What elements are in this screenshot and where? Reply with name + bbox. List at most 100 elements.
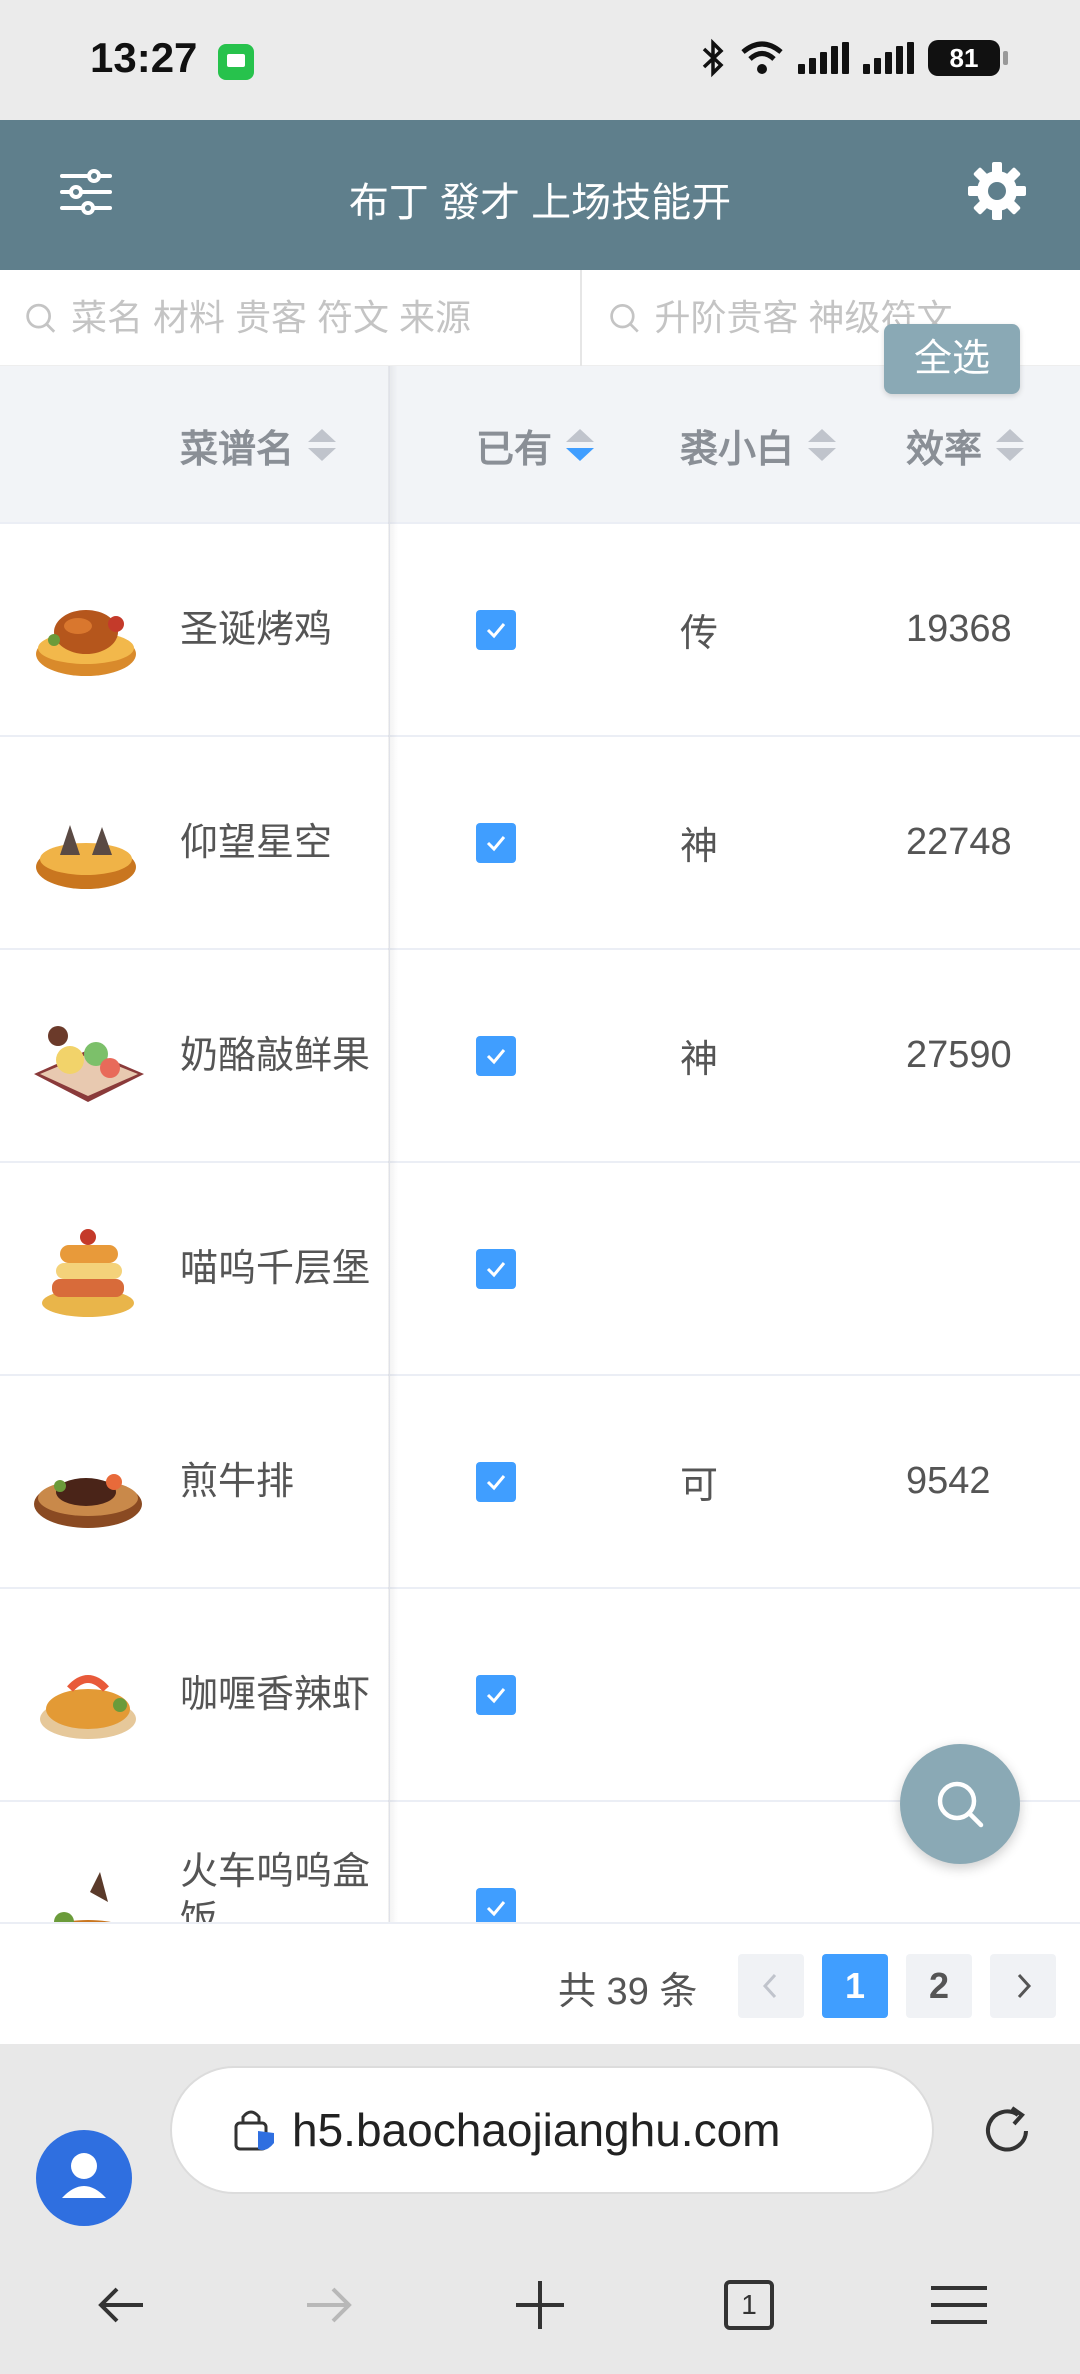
owned-checkbox[interactable]	[476, 1035, 516, 1076]
column-header-label: 已有	[476, 428, 553, 471]
battery-icon: 81	[928, 40, 1008, 76]
secure-lock-icon	[234, 2110, 274, 2151]
browser-nav-row: 1	[0, 2244, 1080, 2354]
reload-icon	[986, 2106, 1028, 2152]
sort-icon[interactable]	[808, 429, 837, 461]
recipe-name: 圣诞烤鸡	[180, 608, 333, 651]
column-header-label: 效率	[906, 428, 983, 471]
new-tab-button[interactable]	[505, 2270, 575, 2340]
efficiency-cell: 27590	[906, 1034, 1012, 1076]
status-icons: 81	[700, 38, 1008, 78]
owned-checkbox[interactable]	[476, 1248, 516, 1289]
recipe-table: 菜谱名 已有 裘小白 效率 圣诞烤鸡 传 19368 仰望星空 神 22748 …	[0, 366, 1080, 1922]
select-all-button[interactable]: 全选	[884, 324, 1020, 394]
rank-cell: 神	[680, 1039, 719, 1081]
bluetooth-icon	[702, 38, 724, 78]
address-bar[interactable]: h5.baochaojianghu.com	[170, 2066, 934, 2194]
owned-cell	[476, 1163, 516, 1374]
starry-sky-dish-image	[36, 825, 136, 889]
owned-cell	[476, 737, 516, 948]
menu-button[interactable]	[924, 2270, 994, 2340]
signal-icon-2	[863, 42, 914, 74]
check-icon	[486, 1474, 506, 1490]
train-bento-dish-image	[54, 1872, 111, 1922]
owned-cell	[476, 950, 516, 1161]
sort-icon[interactable]	[308, 429, 337, 461]
rank-cell: 神	[680, 826, 719, 868]
check-icon	[486, 835, 506, 851]
app-header: 布丁 發才 上场技能开	[0, 120, 1080, 270]
steak-dish-image	[34, 1474, 142, 1528]
back-button[interactable]	[86, 2270, 156, 2340]
check-icon	[486, 1687, 506, 1703]
table-body: 圣诞烤鸡 传 19368 仰望星空 神 22748 奶酪敲鲜果 神 27590 …	[0, 524, 1080, 1922]
gear-icon	[968, 162, 1026, 220]
chevron-right-icon	[1017, 1973, 1032, 1999]
table-row[interactable]: 仰望星空 神 22748	[0, 737, 1080, 950]
cheese-fruit-dish-image	[34, 1026, 144, 1102]
owned-checkbox[interactable]	[476, 1461, 516, 1502]
forward-button[interactable]	[294, 2270, 364, 2340]
tab-count-badge: 1	[724, 2280, 774, 2330]
recipe-name: 仰望星空	[180, 821, 333, 864]
owned-cell	[476, 524, 516, 735]
check-icon	[486, 1048, 506, 1064]
floating-search-button[interactable]	[900, 1744, 1020, 1864]
column-header-label: 菜谱名	[180, 428, 295, 471]
reload-button[interactable]	[976, 2100, 1038, 2162]
efficiency-cell: 19368	[906, 608, 1012, 650]
user-icon	[62, 2153, 106, 2198]
owned-checkbox[interactable]	[476, 822, 516, 863]
plus-icon	[516, 2281, 564, 2329]
recipe-name: 煎牛排	[180, 1460, 295, 1503]
check-icon	[486, 1900, 506, 1916]
page-button-2[interactable]: 2	[906, 1954, 972, 2018]
signal-icon-1	[798, 42, 849, 74]
profile-avatar[interactable]	[36, 2130, 132, 2226]
page-title: 布丁 發才 上场技能开	[348, 181, 732, 225]
roast-chicken-dish-image	[36, 610, 136, 676]
status-bar: 13:27 81	[0, 0, 1080, 120]
table-row[interactable]: 煎牛排 可 9542	[0, 1376, 1080, 1589]
recipe-name: 火车呜呜盒饭	[180, 1851, 371, 1922]
curry-shrimp-dish-image	[40, 1675, 136, 1739]
search-icon	[610, 304, 639, 333]
chevron-left-icon	[762, 1973, 777, 1999]
arrow-right-icon	[307, 2287, 352, 2323]
recipe-name: 喵呜千层堡	[180, 1247, 371, 1290]
owned-checkbox[interactable]	[476, 1674, 516, 1715]
column-header-name[interactable]: 菜谱名	[180, 366, 337, 524]
layered-burger-dish-image	[42, 1229, 134, 1317]
table-row[interactable]: 圣诞烤鸡 传 19368	[0, 524, 1080, 737]
settings-button[interactable]	[966, 160, 1028, 222]
owned-checkbox[interactable]	[476, 1887, 516, 1922]
column-header-label: 裘小白	[680, 428, 795, 471]
efficiency-cell: 22748	[906, 821, 1012, 863]
pagination: 共 39 条 1 2	[0, 1922, 1080, 2044]
status-time: 13:27	[90, 34, 198, 81]
tabs-button[interactable]: 1	[714, 2270, 784, 2340]
messages-app-icon	[218, 44, 254, 80]
search-icon	[26, 303, 56, 333]
recipe-search-input[interactable]	[70, 297, 580, 339]
sort-icon[interactable]	[566, 429, 595, 461]
next-page-button[interactable]	[990, 1954, 1056, 2018]
column-header-rank[interactable]: 裘小白	[680, 366, 837, 524]
sort-icon[interactable]	[996, 429, 1025, 461]
recipe-search-field	[0, 270, 582, 366]
page-button-1[interactable]: 1	[822, 1954, 888, 2018]
tab-count: 1	[741, 2289, 757, 2320]
prev-page-button[interactable]	[738, 1954, 804, 2018]
table-row[interactable]: 喵呜千层堡	[0, 1163, 1080, 1376]
recipe-name: 奶酪敲鲜果	[180, 1034, 371, 1077]
arrow-left-icon	[98, 2287, 143, 2323]
rank-cell: 传	[680, 613, 719, 655]
check-icon	[486, 1261, 506, 1277]
owned-checkbox[interactable]	[476, 609, 516, 650]
efficiency-cell: 9542	[906, 1460, 991, 1502]
fixed-column-shadow	[388, 366, 398, 1922]
hamburger-menu-icon	[931, 2286, 987, 2324]
column-header-owned[interactable]: 已有	[476, 366, 595, 524]
search-icon	[937, 1781, 984, 1828]
table-row[interactable]: 奶酪敲鲜果 神 27590	[0, 950, 1080, 1163]
